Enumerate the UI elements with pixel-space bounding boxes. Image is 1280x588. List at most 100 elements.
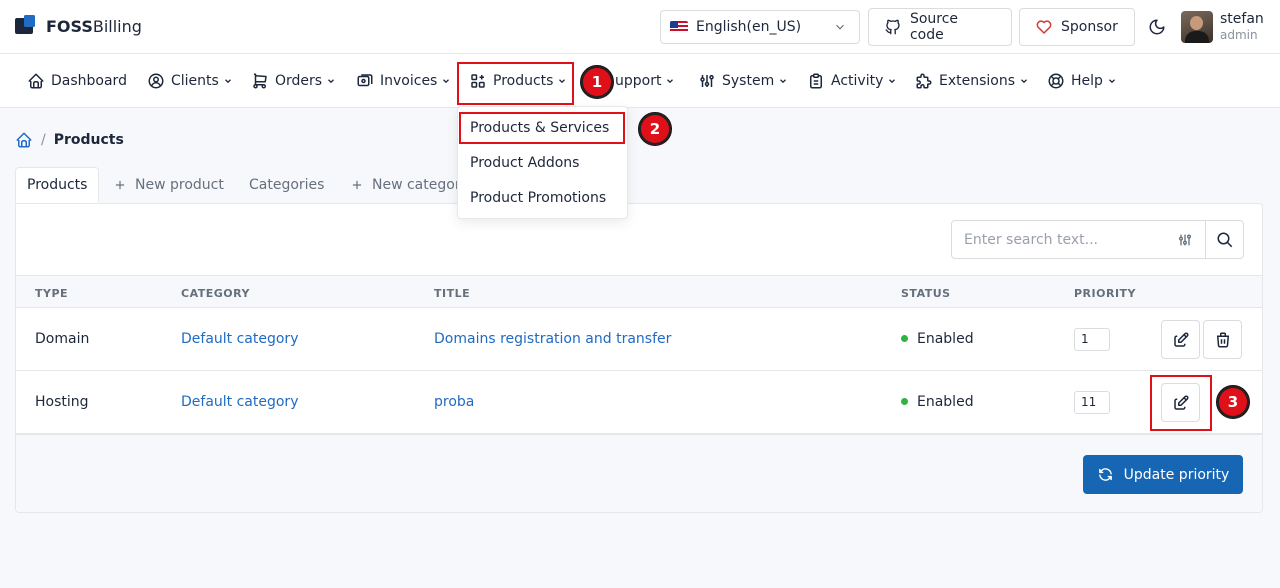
tab-new-category[interactable]: New categor [350, 167, 461, 203]
source-code-button[interactable]: Source code [868, 8, 1012, 46]
highlight-products-services [459, 112, 625, 144]
column-header-category[interactable]: CATEGORY [181, 287, 250, 300]
chevron-down-icon [836, 24, 844, 30]
puzzle-icon [916, 73, 932, 89]
nav-help[interactable]: Help [1047, 54, 1117, 108]
nav-orders[interactable]: Orders [251, 54, 336, 108]
edit-icon [1173, 332, 1188, 347]
highlight-edit-button [1150, 375, 1212, 431]
column-header-status[interactable]: STATUS [901, 287, 951, 300]
priority-input[interactable]: 11 [1074, 391, 1110, 414]
clipboard-icon [810, 73, 822, 89]
chevron-down-icon [667, 79, 674, 84]
app-logo[interactable]: FOSSBilling [15, 15, 142, 37]
cell-category-link[interactable]: Default category [181, 394, 298, 410]
highlight-products-nav [457, 62, 574, 105]
step-badge-3: 3 [1216, 385, 1250, 419]
avatar[interactable] [1181, 11, 1213, 43]
edit-button[interactable] [1161, 320, 1200, 359]
nav-label: upport [615, 73, 662, 89]
main-nav: Dashboard Clients Orders Invoices Produc… [0, 54, 1280, 108]
nav-label: Help [1071, 73, 1103, 89]
home-icon [28, 73, 44, 89]
source-code-label: Source code [909, 11, 959, 43]
cell-type: Hosting [35, 394, 89, 410]
nav-label: Activity [831, 73, 884, 89]
user-menu[interactable]: stefan admin [1220, 11, 1264, 43]
cell-status: Enabled [901, 394, 974, 410]
chevron-down-icon [443, 79, 450, 84]
nav-label: Clients [171, 73, 219, 89]
sponsor-label: Sponsor [1061, 19, 1118, 35]
search-button[interactable] [1205, 221, 1243, 258]
table-footer: Update priority [16, 434, 1262, 512]
table-header: TYPE CATEGORY TITLE STATUS PRIORITY [16, 275, 1262, 308]
breadcrumb-separator: / [41, 132, 46, 148]
cell-category-link[interactable]: Default category [181, 331, 298, 347]
cell-status: Enabled [901, 331, 974, 347]
step-badge-2: 2 [638, 112, 672, 146]
heart-icon [1036, 20, 1052, 34]
tab-new-product[interactable]: New product [113, 167, 224, 203]
menu-item-product-promotions[interactable]: Product Promotions [470, 190, 606, 206]
nav-dashboard[interactable]: Dashboard [27, 54, 127, 108]
adjustments-icon [1179, 234, 1191, 245]
cell-title-link[interactable]: proba [434, 394, 474, 410]
delete-button[interactable] [1203, 320, 1242, 359]
chevron-down-icon [780, 79, 787, 84]
column-header-priority[interactable]: PRIORITY [1074, 287, 1136, 300]
table-row: Domain Default category Domains registra… [16, 308, 1262, 371]
language-value: English(en_US) [696, 19, 802, 35]
tab-label: New product [135, 177, 224, 193]
status-label: Enabled [917, 331, 974, 347]
nav-support[interactable]: upport [615, 54, 675, 108]
trash-icon [1216, 332, 1229, 347]
chevron-down-icon [889, 79, 896, 84]
top-bar: FOSSBilling English(en_US) Source code S… [0, 0, 1280, 54]
home-icon[interactable] [15, 131, 33, 149]
adjustments-icon [700, 75, 714, 87]
nav-extensions[interactable]: Extensions [915, 54, 1029, 108]
filter-button[interactable] [1165, 232, 1205, 248]
menu-item-product-addons[interactable]: Product Addons [470, 155, 579, 171]
nav-invoices[interactable]: Invoices [356, 54, 451, 108]
tab-categories[interactable]: Categories [249, 167, 324, 203]
update-priority-label: Update priority [1123, 466, 1230, 483]
search-input[interactable]: Enter search text... [952, 232, 1165, 248]
nav-activity[interactable]: Activity [807, 54, 897, 108]
plus-icon [115, 180, 125, 190]
column-header-type[interactable]: TYPE [35, 287, 68, 300]
chevron-down-icon [1108, 79, 1115, 84]
step-badge-1: 1 [580, 65, 614, 99]
nav-clients[interactable]: Clients [147, 54, 233, 108]
chevron-down-icon [1021, 79, 1027, 84]
nav-label: System [722, 73, 775, 89]
nav-label: Invoices [380, 73, 438, 89]
products-card: Enter search text... TYPE CATEGORY TITLE… [15, 203, 1263, 513]
moon-icon[interactable] [1148, 18, 1166, 36]
table-row: Hosting Default category proba Enabled 1… [16, 371, 1262, 434]
priority-input[interactable]: 1 [1074, 328, 1110, 351]
user-name: stefan [1220, 11, 1264, 27]
tab-products[interactable]: Products [15, 167, 100, 203]
status-dot [901, 335, 908, 342]
nav-label: Dashboard [51, 73, 127, 89]
plus-icon [352, 180, 362, 190]
sponsor-button[interactable]: Sponsor [1019, 8, 1135, 46]
user-circle-icon [148, 73, 164, 89]
tab-label: New categor [372, 177, 461, 193]
logo-icon [15, 15, 35, 34]
search-box: Enter search text... [951, 220, 1244, 259]
nav-label: Extensions [939, 73, 1016, 89]
nav-label: Orders [275, 73, 323, 89]
cell-title-link[interactable]: Domains registration and transfer [434, 331, 671, 347]
update-priority-button[interactable]: Update priority [1083, 455, 1243, 494]
refresh-icon [1098, 468, 1112, 481]
page-title: Products [53, 132, 124, 148]
nav-system[interactable]: System [698, 54, 788, 108]
column-header-title[interactable]: TITLE [434, 287, 470, 300]
us-flag-icon [670, 21, 688, 33]
language-select[interactable]: English(en_US) [660, 10, 860, 44]
cart-icon [253, 73, 267, 89]
chevron-down-icon [224, 79, 231, 84]
